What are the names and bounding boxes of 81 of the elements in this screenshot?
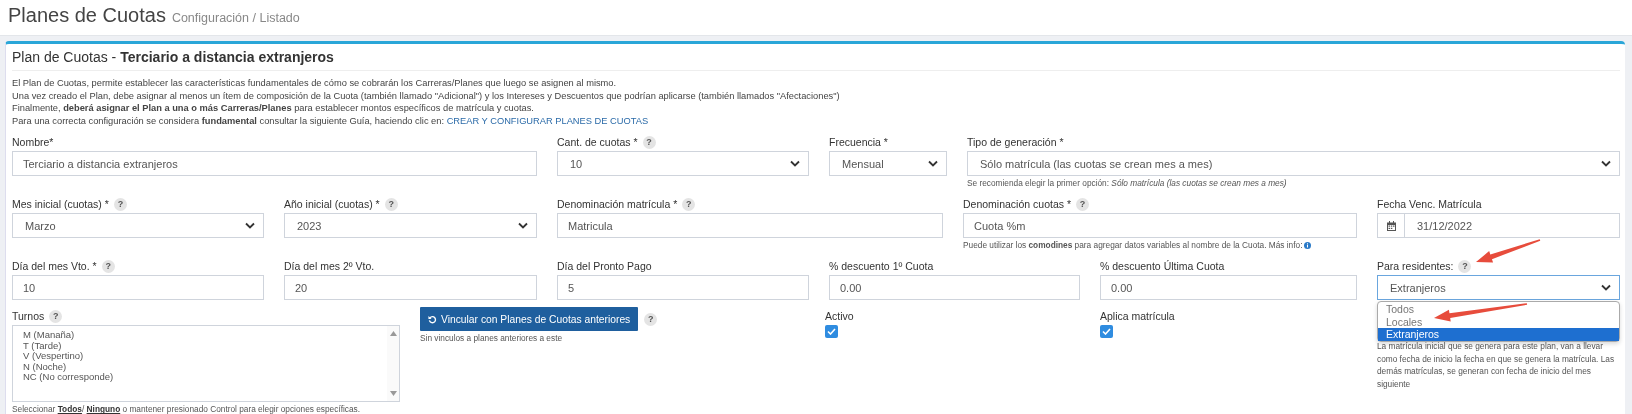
list-option[interactable]: N (Noche) [23,361,377,373]
text-field[interactable]: Cuota %m [963,213,1357,239]
refresh-icon [428,314,437,324]
date-field[interactable]: 31/12/2022 [1377,213,1620,239]
card-title: Plan de Cuotas - Terciario a distancia extranjeros [12,48,1620,71]
description-text: Para una correcta configuración se considera fundamental consultar la siguiente Guía, haciendo clic en: CREAR Y CONFIGURAR PLANES DE CUOTAS [12,114,650,128]
help-button[interactable]: ? [642,135,656,149]
hint-text: Sin vinculos a planes anteriores a este [420,333,564,344]
description-text: Finalmente, deberá asignar el Plan a una o más Carreras/Planes para establecer montos específicos de matrícula y cuotas. [12,102,535,115]
chevron-icon [1601,284,1611,292]
list-option[interactable]: V (Vespertino) [23,351,377,362]
page-title: Planes de Cuotas [8,4,166,27]
checkbox[interactable] [825,325,838,339]
field-label: Activo [825,310,854,323]
breadcrumb: Configuración / Listado [171,11,300,25]
hint-text: Puede utilizar los comodines para agregar datos variables al nombre de la Cuota. Más info: [963,240,1357,251]
description-text: Una vez creado el Plan, debe asignar al menos un ítem de composición de la Cuota (también llamado "Adicional") y los Intereses y Descuentos que podrían aplicarse (también llamados "Afectaciones") [12,89,841,103]
field-label: % descuento Última Cuota [1100,260,1225,273]
help-button[interactable]: ? [682,197,696,211]
link-plans-button[interactable]: Vincular con Planes de Cuotas anteriores [420,307,639,332]
help-button[interactable]: ? [644,312,658,326]
dropdown[interactable]: Mensual [829,151,947,177]
field-label: Turnos [12,310,45,323]
help-button[interactable]: ? [1458,259,1472,273]
text-field[interactable]: 0.00 [1100,275,1357,301]
chevron-icon [928,160,938,168]
listbox[interactable]: M (Manaña) T (Tarde) V (Vespertino) N (Noche) NC (No corresponde) [12,325,400,403]
guide-link[interactable]: CREAR Y CONFIGURAR PLANES DE CUOTAS [446,115,649,126]
dropdown[interactable]: Extranjeros [1377,275,1620,301]
text-field[interactable]: 10 [12,275,264,301]
field-label: Año inicial (cuotas) * [284,198,380,211]
chevron-icon [790,160,800,168]
pointer-arrow [1476,239,1541,263]
text-field[interactable]: Matricula [557,213,943,239]
text-field[interactable]: 5 [557,275,809,301]
field-label: Mes inicial (cuotas) * [12,198,109,211]
help-button[interactable]: ? [113,197,127,211]
help-button[interactable]: ? [1076,197,1089,211]
dropdown[interactable]: 2023 [284,213,537,239]
chevron-icon [1601,160,1611,168]
field-label: Aplica matrícula [1100,310,1175,323]
field-label: Tipo de generación * [967,136,1064,149]
help-button[interactable]: ? [384,197,398,211]
text-field[interactable]: 0.00 [829,275,1080,301]
dropdown[interactable]: 10 [557,151,809,177]
field-label: Día del mes 2º Vto. [284,260,375,273]
note-text: La matrícula inicial que se genera para este plan, van a llevar como fecha de inicio la fecha en que se genera la matrícula. Las demás matrículas, se generan con fecha de inicio del mes siguiente [1377,340,1616,390]
dropdown[interactable]: Marzo [12,213,264,239]
info-icon[interactable] [1304,242,1312,250]
list-option[interactable]: T (Tarde) [23,340,377,352]
checkbox[interactable] [1100,325,1113,339]
hint-text: Seleccionar Todos/ Ninguno o mantener presionado Control para elegir opciones específicas. [12,404,362,414]
list-option[interactable]: M (Manaña) [23,330,377,341]
field-label: Día del Pronto Pago [557,260,652,273]
field-label: Nombre* [12,136,54,149]
scroll-up-icon[interactable] [389,331,397,337]
list-option[interactable]: NC (No corresponde) [23,372,377,383]
field-label: Denominación cuotas * [963,198,1071,211]
help-button[interactable]: ? [49,309,63,323]
dropdown-option[interactable]: Todos [1378,303,1619,316]
chevron-icon [518,222,528,230]
field-label: Día del mes Vto. * [12,260,97,273]
select-link[interactable]: Ninguno [86,404,121,414]
field-label: Frecuencia * [829,136,888,149]
field-label: % descuento 1º Cuota [829,260,934,273]
select-link[interactable]: Todos [57,404,82,414]
text-field[interactable]: Terciario a distancia extranjeros [12,151,537,177]
field-label: Fecha Venc. Matrícula [1377,198,1482,211]
chevron-icon [245,222,255,230]
text-field[interactable]: 20 [284,275,537,301]
description-text: El Plan de Cuotas, permite establecer las características fundamentales de cómo se cobrarán los Carreras/Planes que luego se asignen al mismo. [12,77,618,90]
hint-text: Se recomienda elegir la primer opción: Sólo matrícula (las cuotas se crean mes a mes) [967,178,1288,189]
field-label: Para residentes: [1377,260,1454,273]
dropdown[interactable]: Sólo matrícula (las cuotas se crean mes a mes) [967,151,1620,177]
calendar-icon [1386,220,1396,231]
dropdown-option[interactable]: Extranjeros [1378,328,1619,341]
dropdown-option[interactable]: Locales [1378,315,1619,329]
help-button[interactable]: ? [101,259,115,273]
scroll-down-icon[interactable] [389,391,397,397]
field-label: Denominación matrícula * [557,198,678,211]
field-label: Cant. de cuotas * [557,136,638,149]
